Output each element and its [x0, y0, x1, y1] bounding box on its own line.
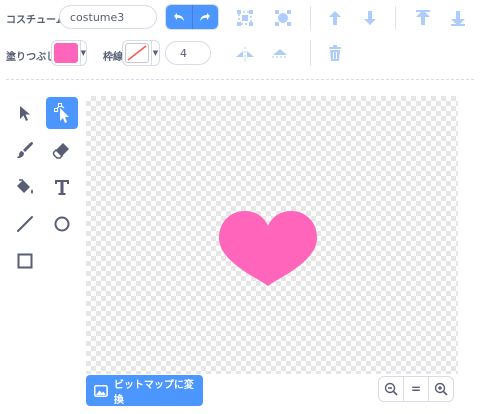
front-button[interactable] [408, 3, 438, 33]
paint-canvas[interactable] [86, 96, 458, 374]
toolbar-divider [310, 6, 311, 30]
flip-horizontal-icon [236, 47, 254, 61]
zoom-reset-label: = [410, 382, 422, 396]
no-color-swatch [125, 43, 149, 63]
convert-to-bitmap-button[interactable]: ビットマップに変換 [86, 375, 203, 406]
line-icon [17, 216, 33, 232]
no-color-icon [127, 45, 147, 61]
reshape-tool[interactable] [46, 97, 78, 129]
ungroup-icon [275, 10, 291, 26]
zoom-reset-button[interactable]: = [404, 377, 429, 401]
backward-button[interactable] [355, 3, 385, 33]
zoom-in-icon [434, 382, 448, 396]
eraser-tool[interactable] [46, 134, 78, 166]
rectangle-icon [17, 253, 33, 269]
undo-icon [173, 13, 184, 21]
back-button[interactable] [443, 3, 473, 33]
chevron-down-icon: ▼ [151, 41, 159, 65]
toolbar-divider [310, 40, 311, 66]
backward-icon [364, 11, 376, 25]
redo-button[interactable] [192, 5, 218, 29]
fill-icon [17, 179, 33, 194]
forward-icon [329, 11, 341, 25]
fill-color-picker[interactable]: ▼ [51, 40, 87, 66]
zoom-out-button[interactable] [379, 377, 404, 401]
image-icon [94, 384, 108, 397]
fill-color-swatch [54, 43, 78, 63]
text-tool[interactable] [46, 171, 78, 203]
text-icon [55, 180, 69, 195]
select-tool[interactable] [9, 97, 41, 129]
outline-width-input[interactable] [165, 41, 211, 65]
trash-icon [329, 45, 341, 61]
convert-to-bitmap-label: ビットマップに変換 [113, 379, 194, 406]
outline-label: 枠線 [103, 52, 123, 63]
forward-button[interactable] [320, 3, 350, 33]
arrow-icon [20, 106, 30, 121]
chevron-down-icon: ▼ [79, 41, 86, 65]
toolbar-divider [395, 6, 396, 30]
back-icon [451, 11, 465, 26]
outline-color-picker[interactable]: ▼ [122, 40, 160, 66]
group-icon [237, 10, 253, 26]
delete-button[interactable] [320, 38, 350, 68]
fill-tool[interactable] [9, 171, 41, 203]
toolbar-separator [6, 79, 474, 80]
zoom-out-icon [384, 382, 398, 396]
line-tool[interactable] [9, 208, 41, 240]
reshape-icon [54, 103, 69, 123]
zoom-in-button[interactable] [429, 377, 453, 401]
costume-name-input[interactable] [59, 5, 157, 29]
brush-tool[interactable] [9, 134, 41, 166]
undo-redo-group [165, 4, 219, 30]
circle-icon [54, 216, 70, 232]
undo-button[interactable] [166, 5, 193, 29]
fill-label: 塗りつぶし [6, 52, 57, 63]
costume-label: コスチューム [6, 15, 66, 26]
redo-icon [200, 13, 211, 21]
flip-horizontal-button[interactable] [230, 38, 260, 68]
front-icon [416, 10, 430, 25]
brush-icon [17, 142, 33, 158]
zoom-controls: = [378, 376, 454, 402]
group-button[interactable] [230, 3, 260, 33]
eraser-icon [52, 143, 69, 159]
flip-vertical-icon [272, 49, 288, 58]
flip-vertical-button[interactable] [265, 38, 295, 68]
heart-shape[interactable] [218, 210, 318, 290]
circle-tool[interactable] [46, 208, 78, 240]
ungroup-button[interactable] [268, 3, 298, 33]
rectangle-tool[interactable] [9, 245, 41, 277]
